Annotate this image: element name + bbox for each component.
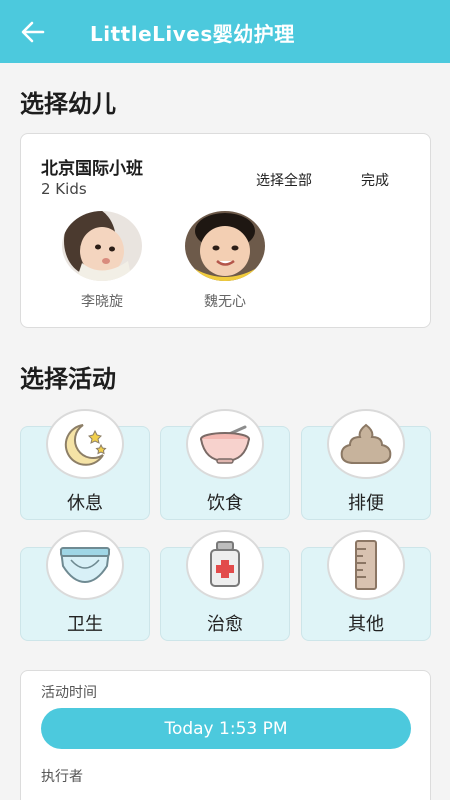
kid-name: 李晓旋 [81,294,123,310]
ruler-icon [327,530,405,600]
app-bar: LittleLives婴幼护理 [0,0,450,63]
activity-rest[interactable]: 休息 [20,409,150,520]
medicine-bottle-icon [186,530,264,600]
moon-stars-icon [46,409,124,479]
activity-label: 饮食 [207,493,243,514]
activity-bowel[interactable]: 排便 [301,409,431,520]
activity-label: 休息 [67,493,103,514]
activity-label: 卫生 [67,614,103,635]
page-title: LittleLives婴幼护理 [90,22,295,46]
avatar [62,211,142,281]
back-arrow-icon [21,21,45,43]
avatar [185,211,265,281]
activity-healing[interactable]: 治愈 [160,530,290,641]
kid-item[interactable]: 魏无心 [180,211,270,311]
poop-icon [327,409,405,479]
kid-item[interactable]: 李晓旋 [57,211,147,311]
select-all-button[interactable]: 选择全部 [256,170,312,190]
diaper-icon [46,530,124,600]
class-name: 北京国际小班 [41,159,143,179]
kids-count: 2 Kids [41,180,87,198]
kid-name: 魏无心 [204,294,246,310]
activity-label: 其他 [348,614,384,635]
activity-hygiene[interactable]: 卫生 [20,530,150,641]
activity-label: 排便 [348,493,384,514]
details-card: 活动时间 Today 1:53 PM 执行者 [20,670,431,800]
class-card: 北京国际小班 2 Kids 选择全部 完成 李晓旋 魏无心 [20,133,431,328]
activity-time-label: 活动时间 [41,685,97,701]
food-bowl-icon [186,409,264,479]
back-button[interactable] [18,18,48,46]
activity-time-button[interactable]: Today 1:53 PM [41,708,411,749]
select-activity-heading: 选择活动 [20,365,116,393]
select-kids-heading: 选择幼儿 [20,90,116,118]
activity-other[interactable]: 其他 [301,530,431,641]
activity-diet[interactable]: 饮食 [160,409,290,520]
done-button[interactable]: 完成 [361,170,389,190]
activity-label: 治愈 [207,614,243,635]
performer-label: 执行者 [41,769,83,785]
